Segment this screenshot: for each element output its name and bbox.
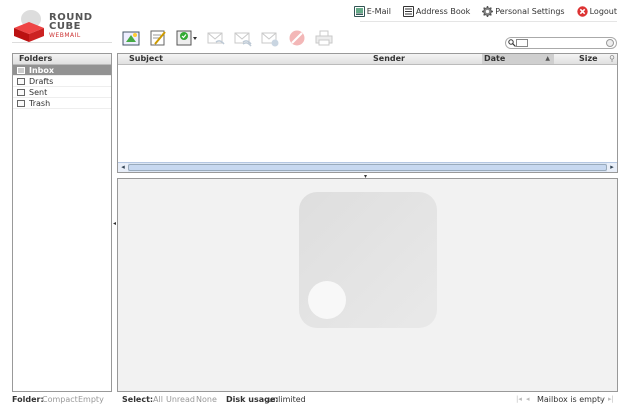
folder-item-trash[interactable]: Trash xyxy=(13,98,111,109)
message-list: Subject Sender Date ▲ Size ⚲ ◂ ▸ xyxy=(117,53,618,173)
mark-icon xyxy=(176,30,197,46)
scroll-right-icon[interactable]: ▸ xyxy=(607,163,617,172)
scrollbar-thumb[interactable] xyxy=(128,164,607,171)
message-toolbar xyxy=(122,28,333,48)
search-icon xyxy=(508,39,516,47)
forward-button[interactable] xyxy=(261,29,279,47)
trash-icon xyxy=(17,100,25,107)
last-page-icon[interactable]: ▸| xyxy=(608,394,614,405)
folder-label: Trash xyxy=(29,99,51,108)
status-footer: Folder: Compact Empty Select: All Unread… xyxy=(12,394,620,406)
select-all-link[interactable]: All xyxy=(153,394,163,405)
roundcube-watermark xyxy=(299,192,437,328)
print-button[interactable] xyxy=(315,29,333,47)
watermark-circle xyxy=(308,281,346,319)
address-book-icon xyxy=(402,5,414,17)
previous-page-icon[interactable]: ◂ xyxy=(526,394,530,405)
column-date-label: Date xyxy=(484,54,506,63)
nav-personal-settings-label: Personal Settings xyxy=(495,6,565,16)
forward-icon xyxy=(261,32,279,47)
next-page-icon[interactable]: ▸ xyxy=(600,394,604,405)
folder-label: Drafts xyxy=(29,77,54,86)
nav-address-book[interactable]: Address Book xyxy=(402,5,471,17)
select-label: Select: xyxy=(122,395,154,404)
column-date[interactable]: Date ▲ xyxy=(482,54,554,64)
mailbox-status: Mailbox is empty xyxy=(537,395,605,404)
nav-logout-label: Logout xyxy=(589,6,617,16)
top-navigation: E-Mail Address Book Personal Settings Lo… xyxy=(353,4,617,18)
column-sender[interactable]: Sender xyxy=(373,54,405,64)
folder-label: Inbox xyxy=(29,66,55,75)
search-options-dropdown[interactable] xyxy=(516,39,528,47)
gear-icon xyxy=(482,5,494,17)
folder-label: Sent xyxy=(29,88,48,97)
message-preview-pane xyxy=(117,178,618,392)
delete-icon xyxy=(289,30,305,46)
nav-logout[interactable]: Logout xyxy=(576,5,617,17)
folder-actions-label: Folder: xyxy=(12,395,44,404)
nav-personal-settings[interactable]: Personal Settings xyxy=(482,5,565,17)
cube-logo-icon xyxy=(14,10,44,42)
check-mail-icon xyxy=(122,31,140,46)
folder-item-drafts[interactable]: Drafts xyxy=(13,76,111,87)
logo-divider xyxy=(12,42,112,43)
compose-icon xyxy=(150,30,166,46)
topnav-divider xyxy=(360,21,617,22)
search-reset-icon[interactable] xyxy=(606,39,614,47)
reply-button[interactable] xyxy=(207,29,225,47)
folder-item-sent[interactable]: Sent xyxy=(13,87,111,98)
logo-text-cube: CUBE xyxy=(49,21,81,32)
disk-usage-value: unlimited xyxy=(268,395,306,404)
reply-icon xyxy=(207,32,225,45)
logout-icon xyxy=(576,5,588,17)
check-mail-button[interactable] xyxy=(122,29,140,47)
roundcube-logo: ROUND CUBE WEBMAIL xyxy=(12,6,112,42)
drafts-icon xyxy=(17,78,25,85)
mark-button[interactable] xyxy=(176,29,198,47)
folder-list-header: Folders xyxy=(13,54,111,65)
scroll-left-icon[interactable]: ◂ xyxy=(118,163,128,172)
attachment-column-icon[interactable]: ⚲ xyxy=(609,54,615,64)
first-page-icon[interactable]: |◂ xyxy=(516,394,522,405)
search-box[interactable] xyxy=(505,37,617,49)
column-subject[interactable]: Subject xyxy=(129,54,163,64)
reply-all-icon xyxy=(234,32,252,47)
sent-icon xyxy=(17,89,25,96)
webmail-window: { "logo": { "line1": "ROUND", "line2": "… xyxy=(0,0,620,406)
mail-icon xyxy=(353,5,365,17)
logo-text-webmail: WEBMAIL xyxy=(49,32,81,39)
nav-email[interactable]: E-Mail xyxy=(353,5,391,17)
sort-ascending-icon: ▲ xyxy=(545,55,550,62)
horizontal-scrollbar[interactable]: ◂ ▸ xyxy=(118,162,617,172)
inbox-icon xyxy=(17,67,25,74)
reply-all-button[interactable] xyxy=(234,29,252,47)
compose-button[interactable] xyxy=(149,29,167,47)
message-list-header: Subject Sender Date ▲ Size ⚲ xyxy=(118,54,617,65)
print-icon xyxy=(315,30,333,46)
select-unread-link[interactable]: Unread xyxy=(166,394,195,405)
folder-list: Folders Inbox Drafts Sent Trash xyxy=(12,53,112,392)
column-size[interactable]: Size xyxy=(579,54,598,64)
nav-email-label: E-Mail xyxy=(366,6,391,16)
nav-address-book-label: Address Book xyxy=(415,6,471,16)
empty-folder-link[interactable]: Empty xyxy=(78,394,104,405)
select-none-link[interactable]: None xyxy=(196,394,217,405)
delete-button[interactable] xyxy=(288,29,306,47)
vertical-splitter-handle[interactable]: ◂ xyxy=(113,220,116,227)
folder-item-inbox[interactable]: Inbox xyxy=(13,65,111,76)
compact-folder-link[interactable]: Compact xyxy=(42,394,78,405)
